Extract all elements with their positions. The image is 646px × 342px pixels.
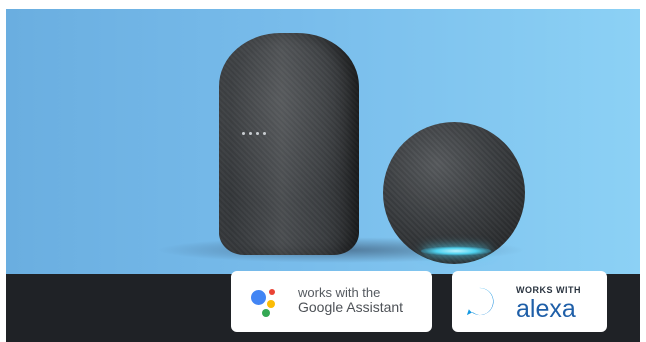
google-badge-text: works with the Google Assistant: [298, 285, 403, 315]
alexa-ring-icon: [466, 287, 494, 316]
echo-light-ring: [421, 246, 491, 256]
google-nest-speaker: [219, 33, 359, 255]
alexa-badge-small-label: WORKS WITH: [516, 285, 581, 295]
google-badge-line2: Google Assistant: [298, 299, 404, 315]
google-badge-line1: works with the: [298, 285, 381, 300]
alexa-wordmark: alexa: [516, 295, 576, 323]
nest-light-dots: [242, 132, 266, 135]
google-assistant-icon: [249, 286, 285, 318]
amazon-echo-speaker: [383, 122, 525, 264]
alexa-badge: WORKS WITH alexa: [452, 271, 607, 332]
product-photo: [6, 9, 640, 274]
google-assistant-badge: works with the Google Assistant: [231, 271, 432, 332]
